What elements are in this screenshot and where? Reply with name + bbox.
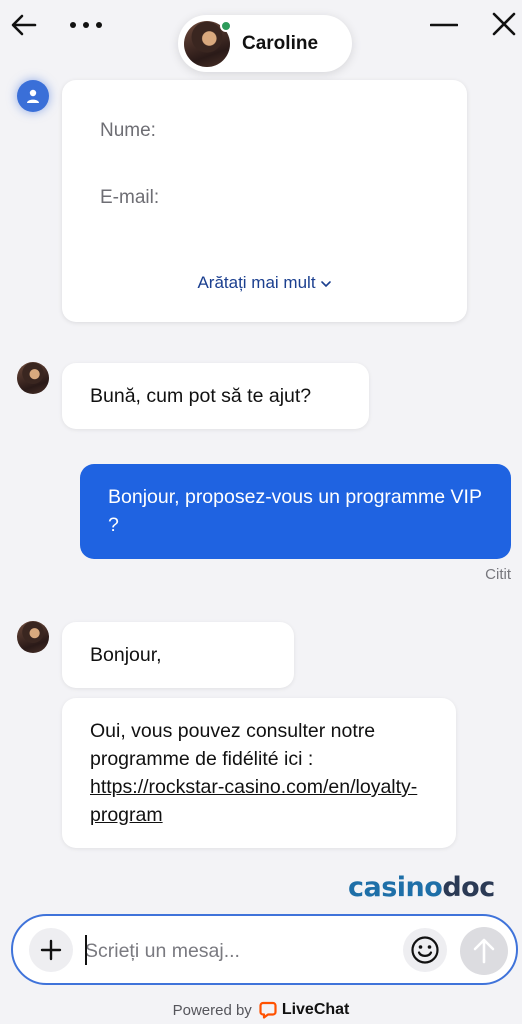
powered-by-footer: Powered by LiveChat	[0, 1001, 522, 1019]
text-caret	[85, 935, 87, 965]
agent-message-bubble: Bonjour,	[62, 622, 294, 688]
prechat-form-card: Nume: E-mail: Arătați mai mult	[62, 80, 467, 322]
message-text: Bună, cum pot să te ajut?	[90, 385, 312, 407]
agent-message-bubble: Bună, cum pot să te ajut?	[62, 363, 369, 429]
agent-header[interactable]: Caroline	[178, 15, 352, 72]
chevron-down-icon	[320, 280, 331, 287]
minimize-button[interactable]	[424, 8, 464, 42]
show-more-button[interactable]: Arătați mai mult	[62, 273, 467, 293]
powered-by-text: Powered by	[172, 1001, 252, 1019]
close-button[interactable]	[486, 6, 522, 42]
agent-name: Caroline	[242, 32, 319, 54]
message-text: Bonjour,	[90, 644, 162, 666]
message-composer	[11, 914, 518, 985]
add-attachment-button[interactable]	[29, 928, 73, 972]
system-user-icon	[17, 80, 49, 112]
visitor-message-bubble: Bonjour, proposez-vous un programme VIP …	[80, 464, 511, 559]
close-icon	[492, 12, 516, 36]
back-button[interactable]	[6, 8, 42, 42]
livechat-brand[interactable]: LiveChat	[259, 1001, 350, 1019]
emoji-button[interactable]	[403, 928, 447, 972]
message-text: Bonjour, proposez-vous un programme VIP …	[108, 486, 482, 536]
more-options-button[interactable]	[64, 8, 108, 42]
send-button[interactable]	[460, 927, 508, 975]
show-more-label: Arătați mai mult	[197, 273, 316, 292]
message-input[interactable]	[85, 936, 385, 966]
email-field-label: E-mail:	[100, 187, 160, 208]
online-status-indicator	[220, 19, 232, 32]
livechat-logo-icon	[259, 1001, 277, 1019]
name-field-label: Nume:	[100, 120, 156, 141]
message-text: Oui, vous pouvez consulter notre program…	[90, 720, 376, 770]
agent-avatar-small	[17, 362, 49, 394]
agent-message-bubble: Oui, vous pouvez consulter notre program…	[62, 698, 456, 848]
casinodoc-watermark: casinodoc	[348, 872, 495, 903]
agent-avatar	[184, 19, 232, 67]
loyalty-program-link[interactable]: https://rockstar-casino.com/en/loyalty-p…	[90, 776, 417, 826]
arrow-left-icon	[11, 14, 37, 36]
smiley-icon	[411, 936, 439, 964]
more-dots-icon	[70, 22, 102, 28]
agent-avatar-small	[17, 621, 49, 653]
read-status: Citit	[485, 566, 511, 583]
minimize-icon	[430, 23, 458, 27]
plus-icon	[40, 939, 62, 961]
livechat-brand-label: LiveChat	[281, 1001, 350, 1018]
arrow-up-icon	[473, 938, 495, 964]
